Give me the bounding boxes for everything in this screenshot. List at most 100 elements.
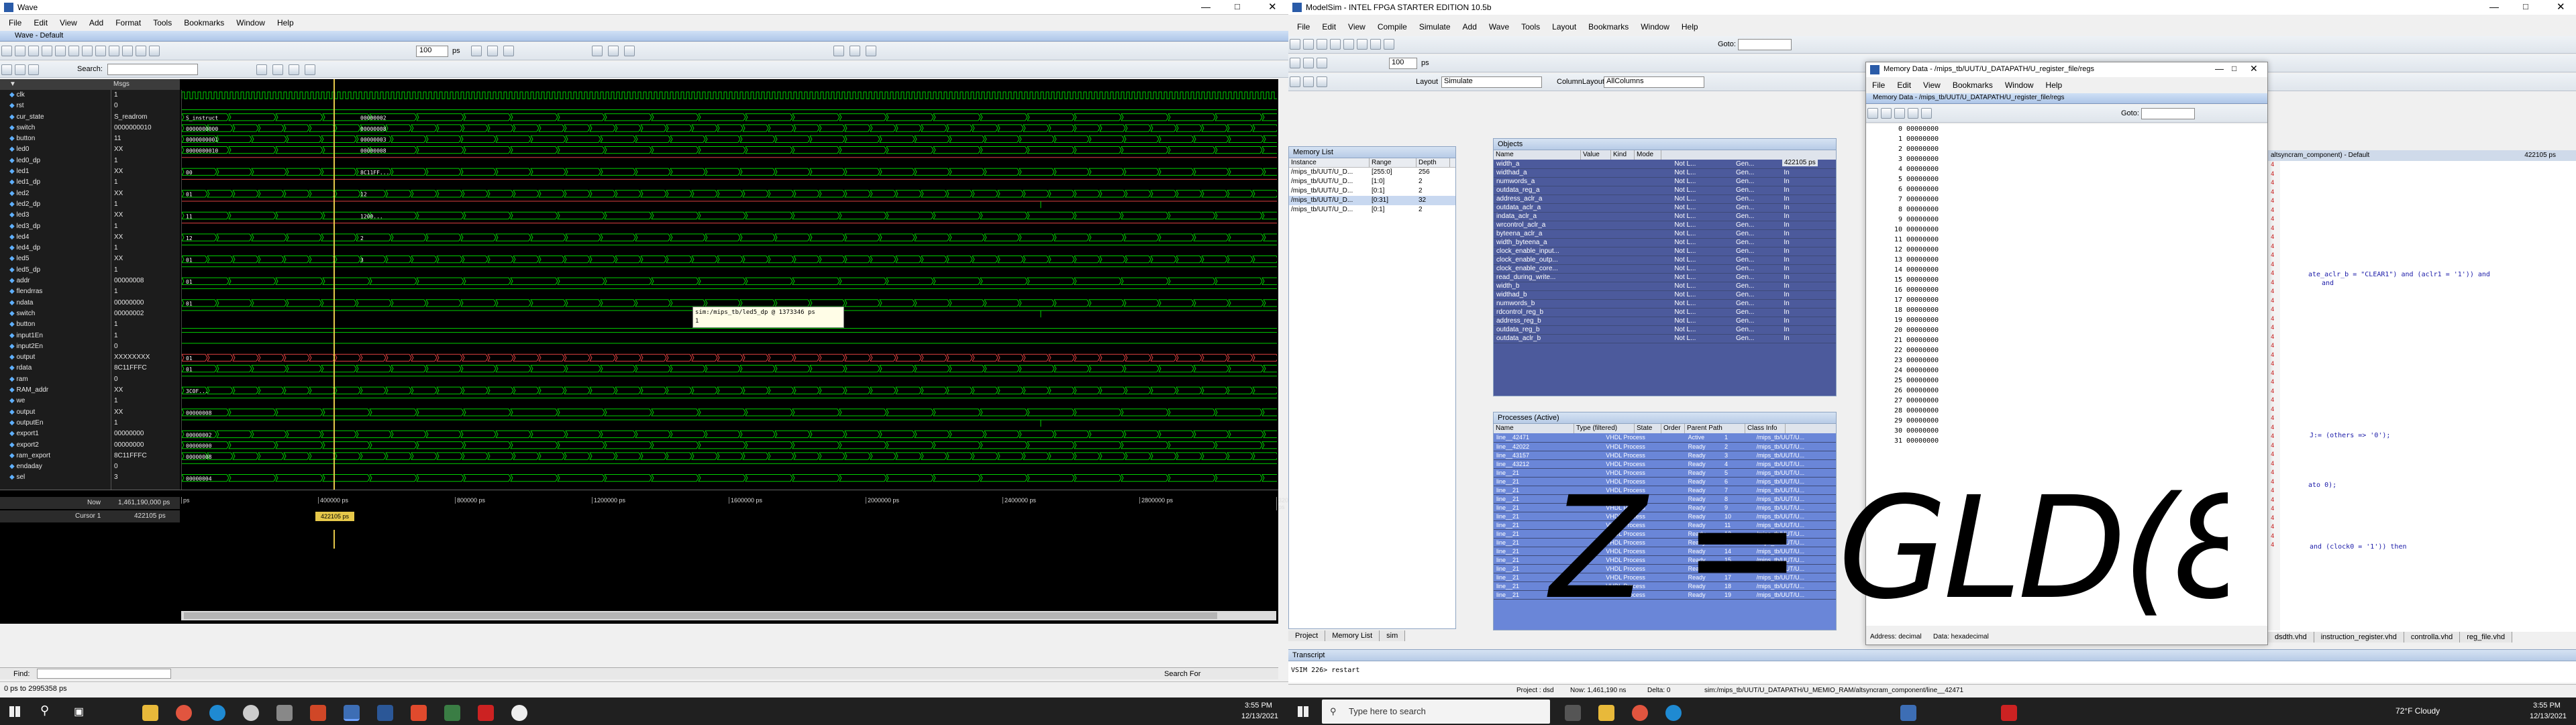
memory-data-row[interactable]: 18 00000000 <box>1866 305 2267 315</box>
table-row[interactable]: widthad_a Not L... Gen... In <box>1494 168 1836 178</box>
edge-icon-2[interactable] <box>1665 705 1682 721</box>
memory-data-row[interactable]: 15 00000000 <box>1866 275 2267 285</box>
app-icon-12[interactable] <box>511 705 527 721</box>
task-view-icon-2[interactable] <box>1565 705 1581 721</box>
table-row[interactable]: line__42022 VHDL Process Ready 2/mips_tb/UU… <box>1494 442 1836 451</box>
memory-data-row[interactable]: 20 00000000 <box>1866 325 2267 335</box>
table-row[interactable]: address_aclr_a Not L... Gen... In <box>1494 194 1836 204</box>
signal-name[interactable]: ◆ led1 <box>0 166 111 177</box>
menu-edit[interactable]: Edit <box>28 16 54 30</box>
signal-name[interactable]: ◆ button <box>0 133 111 144</box>
table-row[interactable]: outdata_reg_b Not L... Gen... In <box>1494 325 1836 335</box>
cursor-add-icon[interactable] <box>833 46 844 56</box>
menu-edit[interactable]: Edit <box>1316 20 1342 34</box>
ms-paste-icon[interactable] <box>1370 39 1381 50</box>
memory-data-row[interactable]: 30 00000000 <box>1866 426 2267 436</box>
paste-icon[interactable] <box>82 46 93 56</box>
signal-name[interactable]: ◆ output <box>0 352 111 363</box>
scrollbar-thumb[interactable] <box>184 612 1217 619</box>
minimize-button[interactable]: — <box>1201 1 1210 12</box>
signal-name[interactable]: ◆ ndata <box>0 298 111 309</box>
signal-name[interactable]: ◆ export1 <box>0 429 111 439</box>
app-icon-8[interactable] <box>377 705 393 721</box>
ms-restart-icon[interactable] <box>1317 76 1327 87</box>
menu-help[interactable]: Help <box>1676 20 1704 34</box>
memory-data-row[interactable]: 24 00000000 <box>1866 366 2267 376</box>
table-row[interactable]: width_b Not L... Gen... In <box>1494 282 1836 291</box>
table-row[interactable]: outdata_aclr_b Not L... Gen... In <box>1494 334 1836 343</box>
mail-icon[interactable] <box>276 705 293 721</box>
app-icon-9[interactable] <box>411 705 427 721</box>
ms-new-icon[interactable] <box>1290 39 1300 50</box>
expand-icon[interactable] <box>1 64 12 75</box>
signal-name[interactable]: ◆ ram <box>0 374 111 385</box>
search-input[interactable] <box>107 64 198 75</box>
signal-name[interactable]: ◆ switch <box>0 309 111 319</box>
table-row[interactable]: rdcontrol_reg_b Not L... Gen... In <box>1494 308 1836 317</box>
signal-name[interactable]: ◆ rst <box>0 101 111 111</box>
ms-compile-icon[interactable] <box>1290 58 1300 68</box>
memory-data-row[interactable]: 6 00000000 <box>1866 184 2267 194</box>
table-row[interactable]: width_byteena_a Not L... Gen... In <box>1494 238 1836 247</box>
table-row[interactable]: wrcontrol_aclr_a Not L... Gen... In <box>1494 221 1836 230</box>
close-button[interactable]: ✕ <box>1268 1 1277 13</box>
compile-icon[interactable] <box>136 46 146 56</box>
menu-window[interactable]: Window <box>1999 78 2040 92</box>
menu-edit[interactable]: Edit <box>1891 78 1917 92</box>
maximize-button[interactable]: □ <box>1235 1 1240 11</box>
memory-data-row[interactable]: 29 00000000 <box>1866 416 2267 426</box>
memory-data-row[interactable]: 28 00000000 <box>1866 406 2267 416</box>
explorer-icon-2[interactable] <box>1598 705 1614 721</box>
memory-data-row[interactable]: 12 00000000 <box>1866 245 2267 255</box>
table-row[interactable]: line__42471 VHDL Process Active 1/mips_tb/U… <box>1494 433 1836 443</box>
open-folder-icon[interactable] <box>15 46 25 56</box>
signal-name[interactable]: ◆ RAM_addr <box>0 385 111 396</box>
file-explorer-icon[interactable] <box>142 705 158 721</box>
menu-file[interactable]: File <box>1866 78 1891 92</box>
step-over-icon[interactable] <box>608 46 619 56</box>
signal-name[interactable]: ◆ led4_dp <box>0 243 111 254</box>
column-header[interactable]: Type (filtered) <box>1574 424 1635 433</box>
file-tab[interactable]: reg_file.vhd <box>2460 632 2513 643</box>
menu-wave[interactable]: Wave <box>1483 20 1515 34</box>
ms-print-icon[interactable] <box>1330 39 1341 50</box>
ms-undo-icon[interactable] <box>1384 39 1394 50</box>
memory-data-row[interactable]: 0 00000000 <box>1866 124 2267 134</box>
waveform-area[interactable]: S_instruct 0000000000 0000000001 0000000010… <box>181 90 1310 490</box>
menu-layout[interactable]: Layout <box>1546 20 1582 34</box>
signal-name[interactable]: ◆ led3 <box>0 210 111 221</box>
signal-name[interactable]: ◆ led5_dp <box>0 265 111 276</box>
zoom-in-icon-2[interactable] <box>272 64 283 75</box>
ms-step-over-icon[interactable] <box>1303 76 1314 87</box>
ms-sim-icon[interactable] <box>1317 58 1327 68</box>
file-tab[interactable]: controlla.vhd <box>2404 632 2461 643</box>
ms-goto-input[interactable] <box>1738 39 1792 50</box>
print-icon[interactable] <box>42 46 52 56</box>
ms-run-input[interactable]: 100 <box>1389 58 1417 69</box>
column-header[interactable]: Class Info <box>1745 424 1786 433</box>
signal-name[interactable]: ◆ rdata <box>0 363 111 374</box>
ms-compile-all-icon[interactable] <box>1303 58 1314 68</box>
cut-icon[interactable] <box>55 46 66 56</box>
signal-name[interactable]: ◆ switch <box>0 123 111 133</box>
memory-data-row[interactable]: 16 00000000 <box>1866 285 2267 295</box>
step-icon[interactable] <box>592 46 603 56</box>
signal-name[interactable]: ◆ led0 <box>0 144 111 155</box>
signal-name[interactable]: ◆ led3_dp <box>0 221 111 232</box>
zoom-cursor-icon[interactable] <box>305 64 315 75</box>
menu-bookmarks[interactable]: Bookmarks <box>1947 78 1999 92</box>
modelsim-close-button[interactable]: ✕ <box>2557 1 2565 13</box>
menu-add[interactable]: Add <box>1457 20 1483 34</box>
ms-step-icon[interactable] <box>1290 76 1300 87</box>
column-header[interactable]: Depth <box>1416 158 1450 167</box>
horizontal-scrollbar[interactable] <box>181 611 1276 620</box>
memory-data-row[interactable]: 31 00000000 <box>1866 436 2267 446</box>
table-row[interactable]: numwords_b Not L... Gen... In <box>1494 299 1836 309</box>
menu-help[interactable]: Help <box>2040 78 2069 92</box>
memory-list-row[interactable]: /mips_tb/UUT/U_D... [0:1] 2 <box>1289 186 1455 196</box>
zoom-out-icon[interactable] <box>866 46 876 56</box>
app-icon-10[interactable] <box>444 705 460 721</box>
column-header[interactable]: Name <box>1494 150 1581 160</box>
file-tab[interactable]: instruction_register.vhd <box>2314 632 2404 643</box>
signal-name[interactable]: ◆ led0_dp <box>0 156 111 166</box>
